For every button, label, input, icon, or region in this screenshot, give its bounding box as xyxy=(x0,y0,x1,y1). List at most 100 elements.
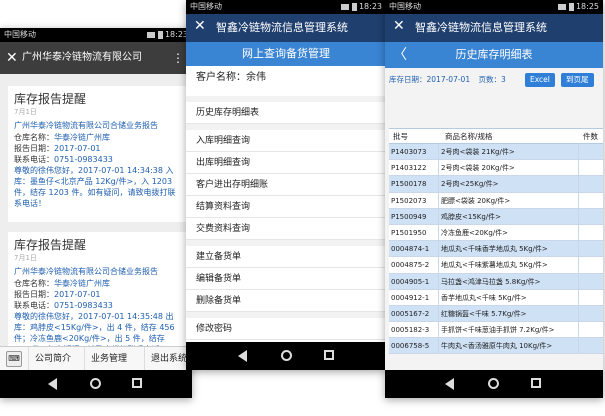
table-row[interactable]: 0005182-3 手抓饼<千味葱油手抓饼 7.2Kg/件> xyxy=(389,322,603,339)
tab-logout[interactable]: 退出系统 xyxy=(144,347,187,371)
card-title: 库存报告提醒 xyxy=(14,238,87,252)
pages-value: 3 xyxy=(500,75,506,84)
menu-item-payment-query[interactable]: 交费资料查询 xyxy=(186,218,386,240)
status-right: 18:23 xyxy=(146,28,188,42)
filter-bar: 库存日期：2017-07-01 页数：3 Excel 到页尾 xyxy=(389,70,599,90)
table-row[interactable]: P1403122 2号肉<袋装 20Kg/件> xyxy=(389,160,603,177)
back-nav-icon[interactable] xyxy=(445,378,454,390)
table-row[interactable]: P1500949 鸡脖皮<15Kg/件> xyxy=(389,208,603,225)
card-org: 广州华泰冷链物流有限公司合储业务报告 xyxy=(14,267,158,276)
table-row[interactable]: 0004874-1 地瓜丸<千味香芋地瓜丸 5Kg/件> xyxy=(389,241,603,258)
app-header: ✕ 智鑫冷链物流信息管理系统 xyxy=(186,14,386,42)
more-icon[interactable]: ⋮ xyxy=(172,42,184,74)
table-row[interactable]: P1501950 冷冻鱼鹿<20Kg/件> xyxy=(389,224,603,242)
qty-cell xyxy=(581,338,603,353)
table-row[interactable]: 0005167-2 红糖锅盔<千味 5.7Kg/件> xyxy=(389,305,603,323)
product-cell: 地瓜丸<千味香芋地瓜丸 5Kg/件> xyxy=(441,241,579,257)
qty-cell xyxy=(581,144,603,159)
qty-cell xyxy=(581,290,603,305)
product-cell: 鸡脖皮<15Kg/件> xyxy=(441,208,579,224)
product-cell: 牛肉丸<香汤雅原牛肉丸 10Kg/件> xyxy=(441,338,579,354)
back-nav-icon[interactable] xyxy=(48,378,57,390)
date-value[interactable]: 2017-07-01 xyxy=(427,75,471,84)
col-qty: 件数 xyxy=(583,132,598,141)
page-title: 网上查询备货管理 xyxy=(186,42,386,66)
home-nav-icon[interactable] xyxy=(488,378,499,389)
close-icon[interactable]: ✕ xyxy=(6,42,18,74)
warehouse-label: 仓库名称： xyxy=(14,133,54,142)
qty-cell xyxy=(581,193,603,208)
table-row[interactable]: 0004905-1 马拉盏<鸿津马拉盏 5.8Kg/件> xyxy=(389,273,603,290)
qty-cell xyxy=(581,274,603,289)
product-cell: 2号肉<袋装 21Kg/件> xyxy=(441,144,579,160)
menu-item-customer-ledger[interactable]: 客户进出存明细账 xyxy=(186,174,386,196)
menu-item-edit-order[interactable]: 编辑备货单 xyxy=(186,268,386,290)
pages-label: 页数： xyxy=(478,75,501,84)
phone-history-stock: 中国移动 18:25 ✕ 智鑫冷链物流信息管理系统 历史库存明细表 〈 库存日期… xyxy=(385,0,603,398)
recents-nav-icon[interactable] xyxy=(531,378,541,388)
report-card[interactable]: 库存报告提醒 7月1日 广州华泰冷链物流有限公司合储业务报告 仓库名称：华泰冷链… xyxy=(8,232,186,356)
batch-cell: P1502073 xyxy=(391,192,439,208)
status-right: 18:25 xyxy=(557,0,599,14)
recents-nav-icon[interactable] xyxy=(324,350,334,360)
menu-item-outbound-query[interactable]: 出库明细查询 xyxy=(186,152,386,174)
product-cell: 香芋地瓜丸<千味 5Kg/件> xyxy=(441,289,579,305)
customer-value: 余伟 xyxy=(246,72,266,83)
table-row[interactable]: 0006758-5 牛肉丸<香汤雅原牛肉丸 10Kg/件> xyxy=(389,338,603,355)
table-row[interactable]: P1500178 2号肉<25Kg/件> xyxy=(389,176,603,193)
table-row[interactable]: P1403073 2号肉<袋装 21Kg/件> xyxy=(389,144,603,161)
go-last-page-button[interactable]: 到页尾 xyxy=(561,73,594,87)
close-icon[interactable]: ✕ xyxy=(393,18,405,34)
qty-cell xyxy=(581,241,603,256)
page-title: 历史库存明细表 xyxy=(455,48,533,61)
qty-cell xyxy=(581,225,603,240)
phone-value: 0751-0983433 xyxy=(54,155,113,164)
recents-nav-icon[interactable] xyxy=(132,378,142,388)
report-date-value: 2017-07-01 xyxy=(54,144,101,153)
home-nav-icon[interactable] xyxy=(90,378,101,389)
product-cell: 马拉盏<鸿津马拉盏 5.8Kg/件> xyxy=(441,273,579,289)
table-row[interactable]: 0004875-2 地瓜丸<千味紫薯地瓜丸 5Kg/件> xyxy=(389,257,603,274)
table-header: 批号 商品名称/规格 件数 xyxy=(389,128,603,144)
warehouse-label: 仓库名称： xyxy=(14,279,54,288)
table-row[interactable]: P1502073 肥膘<袋装 20Kg/件> xyxy=(389,192,603,209)
android-nav-bar xyxy=(0,370,192,398)
qty-cell xyxy=(581,306,603,321)
menu-item-settlement-query[interactable]: 结算资料查询 xyxy=(186,196,386,218)
report-date-label: 报告日期： xyxy=(14,290,54,299)
table-row[interactable]: 0004912-1 香芋地瓜丸<千味 5Kg/件> xyxy=(389,289,603,306)
phone-label: 联系电话： xyxy=(14,155,54,164)
warehouse-value: 华泰冷链广州库 xyxy=(54,279,110,288)
batch-cell: P1403073 xyxy=(391,144,439,160)
phone-line: 联系电话：0751-0983433 xyxy=(14,300,180,311)
page-title-bar: 历史库存明细表 〈 xyxy=(385,42,603,68)
excel-button[interactable]: Excel xyxy=(525,73,555,87)
batch-cell: P1501950 xyxy=(391,224,439,241)
status-bar: 中国移动 18:23 xyxy=(0,28,192,42)
keyboard-icon[interactable]: ⌨ xyxy=(6,351,22,367)
menu-item-history-stock[interactable]: 历史库存明细表 xyxy=(186,102,386,124)
phone-line: 联系电话：0751-0983433 xyxy=(14,154,180,165)
batch-cell: 0005167-2 xyxy=(391,305,439,322)
report-card[interactable]: 库存报告提醒 7月1日 广州华泰冷链物流有限公司合储业务报告 仓库名称：华泰冷链… xyxy=(8,86,186,222)
card-date: 7月1日 xyxy=(14,254,37,262)
product-cell: 手抓饼<千味葱油手抓饼 7.2Kg/件> xyxy=(441,322,579,338)
menu-item-create-order[interactable]: 建立备货单 xyxy=(186,246,386,268)
back-icon[interactable]: 〈 xyxy=(393,42,407,68)
batch-cell: 0006758-5 xyxy=(391,338,439,354)
menu-item-inbound-query[interactable]: 入库明细查询 xyxy=(186,130,386,152)
product-cell: 2号肉<袋装 20Kg/件> xyxy=(441,160,579,176)
phone-label: 联系电话： xyxy=(14,301,54,310)
col-product: 商品名称/规格 xyxy=(445,132,493,141)
close-icon[interactable]: ✕ xyxy=(194,18,206,34)
back-nav-icon[interactable] xyxy=(238,350,247,362)
menu-item-delete-order[interactable]: 删除备货单 xyxy=(186,290,386,312)
qty-cell xyxy=(581,257,603,272)
tab-business[interactable]: 业务管理 xyxy=(84,347,127,371)
home-nav-icon[interactable] xyxy=(281,350,292,361)
warehouse-line: 仓库名称：华泰冷链广州库 xyxy=(14,278,180,289)
menu-item-change-password[interactable]: 修改密码 xyxy=(186,318,386,340)
date-label: 库存日期： xyxy=(389,75,427,84)
phone-wechat-chat: 中国移动 18:23 ✕ 广州华泰冷链物流有限公司 ⋮ 库存报告提醒 7月1日 … xyxy=(0,28,192,398)
tab-company-intro[interactable]: 公司简介 xyxy=(28,347,71,371)
